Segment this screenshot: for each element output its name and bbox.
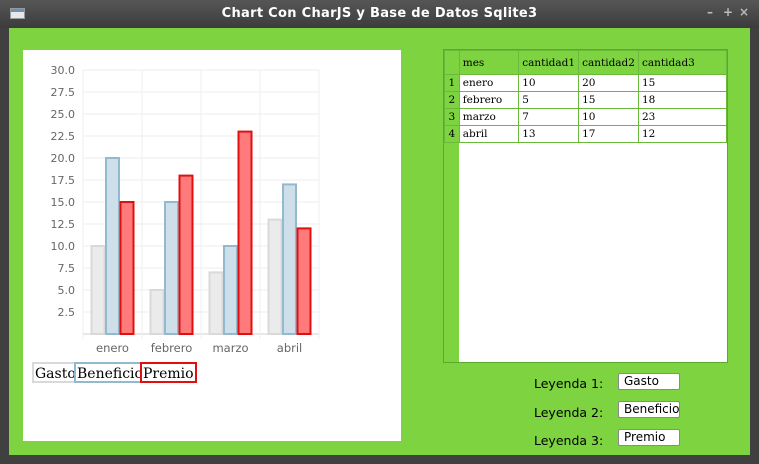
window-title: Chart Con CharJS y Base de Datos Sqlite3 bbox=[221, 6, 538, 21]
row-number[interactable]: 2 bbox=[444, 91, 460, 109]
row-number[interactable]: 1 bbox=[444, 74, 460, 92]
title-bar[interactable]: Chart Con CharJS y Base de Datos Sqlite3… bbox=[0, 0, 759, 28]
maximize-button[interactable]: + bbox=[723, 5, 733, 19]
row-number[interactable]: 4 bbox=[444, 125, 460, 143]
legend-3-label: Leyenda 3: bbox=[534, 433, 604, 448]
bar-beneficio-enero bbox=[105, 157, 120, 335]
legend-2-label: Leyenda 2: bbox=[534, 405, 604, 420]
x-tick-label: febrero bbox=[151, 341, 193, 355]
y-tick-label: 25.0 bbox=[51, 108, 76, 121]
chart-panel: 2.5 5.0 7.5 10.0 12.5 15.0 17.5 20.0 22.5 25.0 27.… bbox=[23, 50, 401, 441]
y-tick-label: 27.5 bbox=[51, 86, 76, 99]
column-header-cantidad2[interactable]: cantidad2 bbox=[578, 50, 639, 75]
legend-2-input[interactable]: Beneficio bbox=[618, 401, 680, 418]
y-tick-label: 22.5 bbox=[51, 130, 76, 143]
cell-cantidad1[interactable]: 13 bbox=[518, 125, 580, 143]
main-panel: 2.5 5.0 7.5 10.0 12.5 15.0 17.5 20.0 22.5 25.0 27.… bbox=[9, 28, 750, 455]
x-tick-label: abril bbox=[277, 341, 302, 355]
bar-gasto-febrero bbox=[149, 289, 165, 335]
legend-3-input[interactable]: Premio bbox=[618, 429, 680, 446]
table-row[interactable]: 4 abril 13 17 12 bbox=[444, 125, 728, 143]
y-tick-label: 12.5 bbox=[51, 218, 76, 231]
cell-cantidad2[interactable]: 15 bbox=[578, 91, 639, 109]
cell-cantidad2[interactable]: 17 bbox=[578, 125, 639, 143]
legend-gasto: Gasto bbox=[32, 362, 79, 383]
corner-cell bbox=[444, 50, 460, 75]
bar-chart: 2.5 5.0 7.5 10.0 12.5 15.0 17.5 20.0 22.5 25.0 27.… bbox=[51, 64, 320, 355]
legend-1-input[interactable]: Gasto bbox=[618, 373, 680, 390]
bar-beneficio-febrero bbox=[164, 201, 179, 335]
bar-premio-enero bbox=[119, 201, 135, 335]
bar-premio-marzo bbox=[237, 130, 253, 335]
cell-cantidad1[interactable]: 10 bbox=[518, 74, 580, 92]
cell-cantidad3[interactable]: 12 bbox=[637, 125, 728, 143]
cell-cantidad2[interactable]: 20 bbox=[578, 74, 639, 92]
y-tick-label: 15.0 bbox=[51, 196, 76, 209]
column-header-mes[interactable]: mes bbox=[458, 50, 520, 75]
cell-cantidad1[interactable]: 5 bbox=[518, 91, 580, 109]
y-tick-label: 2.5 bbox=[58, 306, 76, 319]
y-tick-label: 10.0 bbox=[51, 240, 76, 253]
cell-cantidad3[interactable]: 18 bbox=[637, 91, 728, 109]
row-number[interactable]: 3 bbox=[444, 108, 460, 126]
y-tick-label: 7.5 bbox=[58, 262, 76, 275]
column-header-cantidad1[interactable]: cantidad1 bbox=[518, 50, 580, 75]
data-table[interactable]: mes cantidad1 cantidad2 cantidad3 1 ener… bbox=[443, 49, 728, 363]
app-window: Chart Con CharJS y Base de Datos Sqlite3… bbox=[0, 0, 759, 464]
cell-cantidad3[interactable]: 15 bbox=[637, 74, 728, 92]
window-bottom-border bbox=[0, 455, 759, 464]
minimize-button[interactable]: – bbox=[707, 5, 713, 19]
legend-premio: Premio bbox=[140, 362, 197, 383]
bar-premio-abril bbox=[296, 227, 312, 335]
legend-beneficio: Beneficio bbox=[74, 362, 146, 383]
y-tick-label: 30.0 bbox=[51, 64, 76, 77]
cell-mes[interactable]: abril bbox=[458, 125, 520, 143]
cell-cantidad1[interactable]: 7 bbox=[518, 108, 580, 126]
bar-beneficio-abril bbox=[282, 183, 297, 335]
cell-cantidad2[interactable]: 10 bbox=[578, 108, 639, 126]
cell-mes[interactable]: enero bbox=[458, 74, 520, 92]
table-row[interactable]: 3 marzo 7 10 23 bbox=[444, 108, 728, 126]
x-tick-label: marzo bbox=[212, 341, 248, 355]
bar-premio-febrero bbox=[178, 174, 194, 335]
table-row[interactable]: 1 enero 10 20 15 bbox=[444, 74, 728, 92]
data-grid[interactable]: mes cantidad1 cantidad2 cantidad3 1 ener… bbox=[444, 50, 728, 143]
y-tick-label: 20.0 bbox=[51, 152, 76, 165]
x-tick-label: enero bbox=[96, 341, 129, 355]
bar-beneficio-marzo bbox=[223, 245, 238, 335]
column-header-cantidad3[interactable]: cantidad3 bbox=[637, 50, 728, 75]
bar-gasto-enero bbox=[90, 245, 106, 335]
table-row[interactable]: 2 febrero 5 15 18 bbox=[444, 91, 728, 109]
legend-1-label: Leyenda 1: bbox=[534, 376, 604, 391]
close-button[interactable]: × bbox=[739, 5, 749, 19]
bar-gasto-abril bbox=[267, 218, 283, 336]
cell-mes[interactable]: marzo bbox=[458, 108, 520, 126]
y-tick-label: 5.0 bbox=[58, 284, 76, 297]
cell-cantidad3[interactable]: 23 bbox=[637, 108, 728, 126]
y-tick-label: 17.5 bbox=[51, 174, 76, 187]
table-header-row: mes cantidad1 cantidad2 cantidad3 bbox=[444, 50, 728, 75]
bar-gasto-marzo bbox=[208, 271, 224, 335]
cell-mes[interactable]: febrero bbox=[458, 91, 520, 109]
